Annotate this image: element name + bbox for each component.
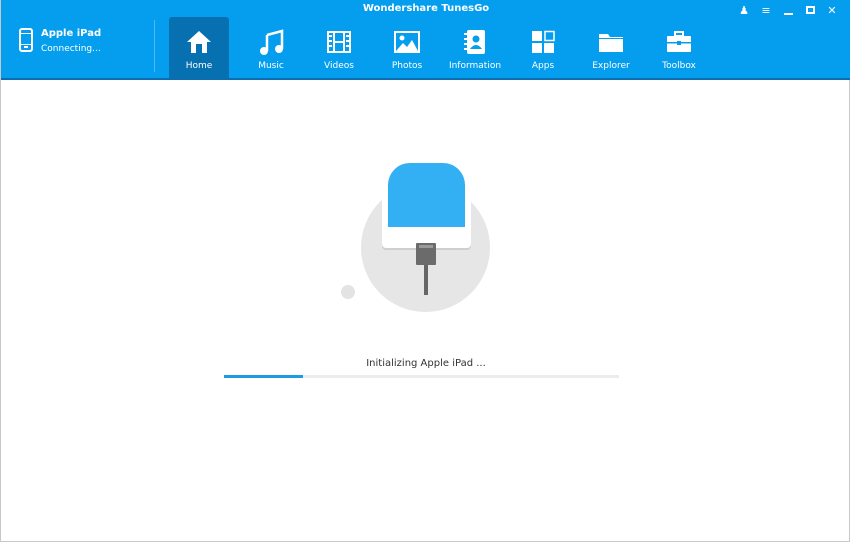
tab-explorer[interactable]: Explorer <box>577 17 645 78</box>
home-icon <box>186 27 212 57</box>
progress-fill <box>224 375 303 378</box>
music-icon <box>258 27 284 57</box>
tab-label: Toolbox <box>662 61 696 71</box>
tab-music[interactable]: Music <box>237 17 305 78</box>
tab-label: Home <box>185 61 213 71</box>
tab-apps[interactable]: Apps <box>509 17 577 78</box>
ipad-illustration-icon <box>382 163 471 248</box>
header-bar: Wondershare TunesGo ♟ ≡ ✕ Apple iPad Con… <box>1 0 850 80</box>
connector-pin <box>419 245 433 248</box>
tab-videos[interactable]: Videos <box>305 17 373 78</box>
connection-status-text: Initializing Apple iPad ... <box>366 358 486 369</box>
apps-grid-icon <box>531 27 555 57</box>
tab-label: Information <box>448 61 502 71</box>
tab-label: Photos <box>391 61 423 71</box>
user-icon[interactable]: ♟ <box>733 2 755 18</box>
illustration-dot <box>341 285 355 299</box>
tab-toolbox[interactable]: Toolbox <box>645 17 713 78</box>
film-icon <box>327 27 351 57</box>
header-divider <box>154 20 155 72</box>
ipad-device-icon <box>19 28 33 52</box>
window-title: Wondershare TunesGo <box>362 3 490 14</box>
maximize-icon[interactable] <box>799 2 821 18</box>
tab-label: Videos <box>324 61 354 71</box>
main-nav: Home Music Videos Photos Information App… <box>169 17 713 78</box>
tab-label: Explorer <box>592 61 630 71</box>
image-icon <box>394 27 420 57</box>
tab-label: Apps <box>531 61 555 71</box>
progress-bar <box>224 375 619 378</box>
device-name: Apple iPad <box>41 28 102 39</box>
minimize-icon[interactable] <box>777 2 799 18</box>
tab-home[interactable]: Home <box>169 17 229 78</box>
close-icon[interactable]: ✕ <box>821 2 843 18</box>
menu-icon[interactable]: ≡ <box>755 2 777 18</box>
folder-icon <box>598 27 624 57</box>
app-window: Wondershare TunesGo ♟ ≡ ✕ Apple iPad Con… <box>0 0 850 542</box>
device-info[interactable]: Apple iPad Connecting... <box>19 28 101 55</box>
ipad-screen <box>388 163 465 227</box>
cable-icon <box>424 265 428 295</box>
tab-information[interactable]: Information <box>441 17 509 78</box>
tab-photos[interactable]: Photos <box>373 17 441 78</box>
toolbox-icon <box>666 27 692 57</box>
contacts-book-icon <box>463 27 487 57</box>
device-status: Connecting... <box>41 44 101 54</box>
tab-label: Music <box>258 61 284 71</box>
window-controls: ♟ ≡ ✕ <box>733 2 843 18</box>
